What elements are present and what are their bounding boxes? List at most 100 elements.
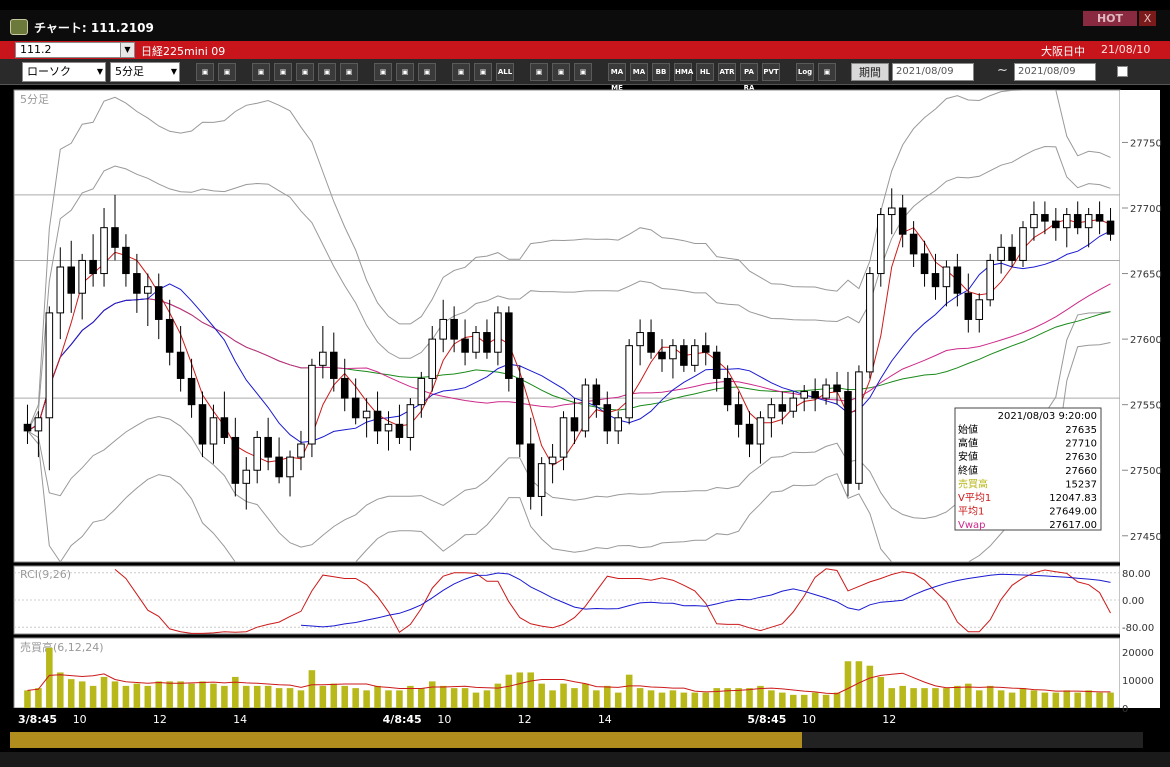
- candle-body: [723, 377, 732, 406]
- toolbar-hma-button[interactable]: HMA: [674, 63, 694, 81]
- candle-body: [581, 384, 590, 432]
- candle-body: [362, 410, 371, 419]
- info-box-datetime: 2021/08/03 9:20:00: [998, 411, 1097, 422]
- volume-bar: [133, 683, 141, 708]
- market-name: 大阪日中: [1041, 45, 1085, 58]
- toolbar-hl-button[interactable]: HL: [696, 63, 714, 81]
- period-button[interactable]: 期間: [851, 63, 889, 81]
- toolbar-pencil-button[interactable]: ▣: [374, 63, 392, 81]
- toolbar-candle2-button[interactable]: ▣: [474, 63, 492, 81]
- candle-body: [100, 227, 108, 275]
- toolbar-ma-button[interactable]: MA: [630, 63, 648, 81]
- volume-bar: [1008, 692, 1016, 708]
- volume-bar: [297, 690, 305, 708]
- date-range-separator: ~: [997, 63, 1008, 78]
- candle-body: [461, 338, 469, 353]
- y-tick-label: 27700: [1130, 204, 1162, 215]
- toolbar-bars-button[interactable]: ▣: [218, 63, 236, 81]
- info-box-label: 終値: [958, 464, 978, 477]
- toolbar-cursor-button[interactable]: ▣: [396, 63, 414, 81]
- volume-bar: [669, 690, 677, 708]
- toolbar-all-button[interactable]: ALL: [496, 63, 514, 81]
- main-panel-bg: [13, 89, 1121, 563]
- volume-bar: [242, 685, 250, 708]
- volume-bar: [78, 681, 86, 708]
- candle-body: [778, 404, 787, 412]
- date-checkbox[interactable]: [1117, 66, 1128, 77]
- toolbar-grid-button[interactable]: ▣: [818, 63, 836, 81]
- chevron-down-icon: ▼: [170, 67, 177, 76]
- info-box-value: 27660: [1065, 466, 1097, 477]
- symbol-input[interactable]: 111.2: [15, 42, 135, 58]
- candle-body: [34, 417, 43, 432]
- candle-body: [691, 345, 699, 366]
- toolbar-zoom-button[interactable]: ▣: [196, 63, 214, 81]
- date-from-field[interactable]: 2021/08/09: [892, 63, 974, 81]
- info-box-label: 平均1: [958, 506, 984, 518]
- toolbar-button-label: HMA: [675, 68, 694, 76]
- interval-value: 5分足: [115, 65, 144, 78]
- x-axis-label: 14: [598, 713, 612, 726]
- volume-bar: [997, 690, 1005, 708]
- candle-body: [866, 273, 874, 373]
- toolbar-arrow-button[interactable]: ▣: [418, 63, 436, 81]
- chevron-down-icon[interactable]: ▼: [120, 43, 134, 57]
- candle-body: [887, 207, 896, 216]
- chart-type-select[interactable]: ローソク ▼: [22, 62, 106, 82]
- volume-bar: [253, 685, 261, 708]
- hot-button[interactable]: HOT: [1083, 11, 1137, 26]
- volume-bar: [593, 690, 600, 708]
- volume-bar: [418, 688, 425, 708]
- toolbar-pvt-button[interactable]: PVT: [762, 63, 780, 81]
- volume-bar: [319, 685, 327, 708]
- volume-bar: [811, 692, 819, 708]
- date-to-field[interactable]: 2021/08/09: [1014, 63, 1096, 81]
- candle-body: [340, 377, 349, 399]
- toolbar-para-button[interactable]: PA RA: [740, 63, 758, 92]
- info-box-value: 27649.00: [1049, 507, 1097, 518]
- volume-bar: [24, 690, 31, 708]
- toolbar-log-button[interactable]: Log: [796, 63, 814, 81]
- toolbar-candle-button[interactable]: ▣: [452, 63, 470, 81]
- volume-bar: [899, 685, 906, 708]
- volume-bar: [505, 674, 513, 708]
- y-tick-label: 27500: [1130, 466, 1162, 477]
- toolbar-erase-button[interactable]: ▣: [340, 63, 358, 81]
- candle-body: [395, 423, 404, 438]
- volume-bar: [221, 685, 228, 708]
- volume-bar: [374, 685, 381, 708]
- candle-body: [756, 417, 765, 445]
- candle-body: [625, 345, 633, 419]
- toolbar-cross-button[interactable]: ▣: [318, 63, 336, 81]
- toolbar-line-up-button[interactable]: ▣: [252, 63, 270, 81]
- toolbar-zoom-in-button[interactable]: ▣: [274, 63, 292, 81]
- volume-bar: [1096, 692, 1103, 708]
- volume-bar: [439, 685, 447, 708]
- toolbar-button-label: ALL: [497, 68, 513, 76]
- volume-bar: [516, 672, 524, 708]
- interval-select[interactable]: 5分足 ▼: [110, 62, 180, 82]
- toolbar-ma-me-button[interactable]: MA ME: [608, 63, 626, 92]
- toolbar-button-label: PVT: [763, 68, 779, 76]
- toolbar-button-label: HL: [699, 68, 711, 76]
- candle-body: [767, 404, 776, 419]
- close-button[interactable]: X: [1139, 11, 1156, 26]
- volume-bar: [100, 676, 108, 708]
- toolbar-chart-button[interactable]: ▣: [296, 63, 314, 81]
- toolbar-color-button[interactable]: ▣: [574, 63, 592, 81]
- toolbar-atr-button[interactable]: ATR: [718, 63, 736, 81]
- toolbar-bb-button[interactable]: BB: [652, 63, 670, 81]
- candle-body: [67, 266, 76, 294]
- candle-body: [669, 345, 677, 360]
- toolbar-brush-button[interactable]: ▣: [552, 63, 570, 81]
- volume-bar: [35, 688, 42, 708]
- volume-bar: [768, 690, 775, 708]
- scrollbar-thumb[interactable]: [10, 732, 802, 748]
- volume-panel-label: 売買高(6,12,24): [20, 640, 104, 654]
- volume-bar: [614, 692, 622, 708]
- volume-bar: [560, 683, 567, 708]
- chart-area[interactable]: 27750 27700 27650 27600 27550 27500 27450 5分足 20…: [0, 86, 1170, 732]
- toolbar-shape-button[interactable]: ▣: [530, 63, 548, 81]
- volume-bar: [89, 685, 97, 708]
- candle-body: [351, 397, 360, 419]
